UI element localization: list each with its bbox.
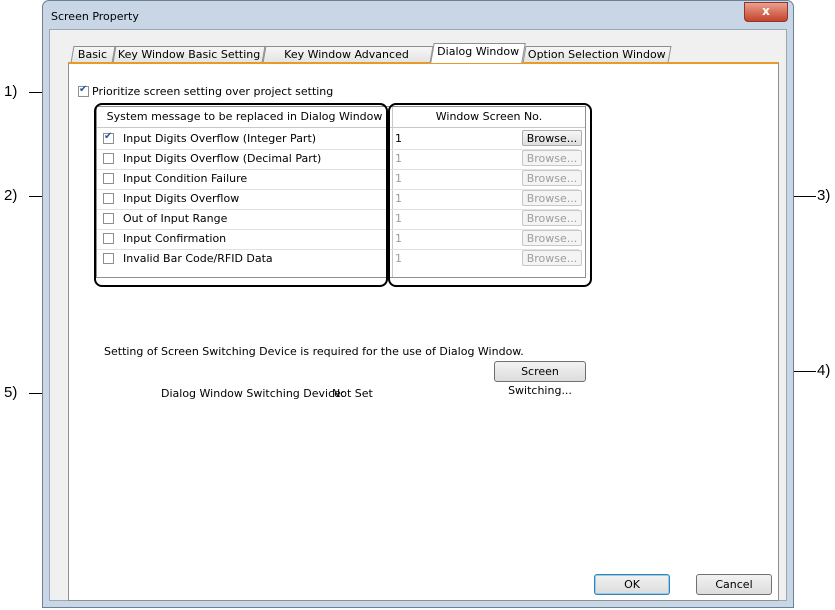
annotation-3: 3) [817, 187, 831, 204]
ok-button[interactable]: OK [594, 574, 670, 595]
tab-option-selection-window[interactable]: Option Selection Window [522, 46, 672, 63]
cancel-button[interactable]: Cancel [696, 574, 772, 595]
switching-device-label: Dialog Window Switching Device: [161, 387, 345, 400]
tab-dialog-window[interactable]: Dialog Window [430, 43, 526, 63]
dialog-title: Screen Property [51, 10, 139, 23]
prioritize-label[interactable]: Prioritize screen setting over project s… [92, 85, 333, 98]
switching-note: Setting of Screen Switching Device is re… [104, 345, 524, 358]
close-icon: x [762, 4, 770, 18]
tab-key-window-basic[interactable]: Key Window Basic Setting [112, 46, 266, 63]
close-button[interactable]: x [744, 2, 788, 22]
screen-switching-button[interactable]: Screen Switching... [494, 361, 586, 397]
callout-box-screen-no [388, 103, 592, 287]
annotation-5: 5) [4, 384, 18, 401]
prioritize-checkbox[interactable] [78, 84, 89, 97]
switching-device-value: Not Set [332, 387, 373, 400]
annotation-4: 4) [817, 362, 831, 379]
annotation-1: 1) [4, 83, 18, 100]
tab-key-window-advanced[interactable]: Key Window Advanced Setting [262, 46, 434, 77]
callout-box-messages [94, 103, 388, 287]
tab-basic[interactable]: Basic [70, 46, 116, 63]
annotation-2: 2) [4, 187, 18, 204]
